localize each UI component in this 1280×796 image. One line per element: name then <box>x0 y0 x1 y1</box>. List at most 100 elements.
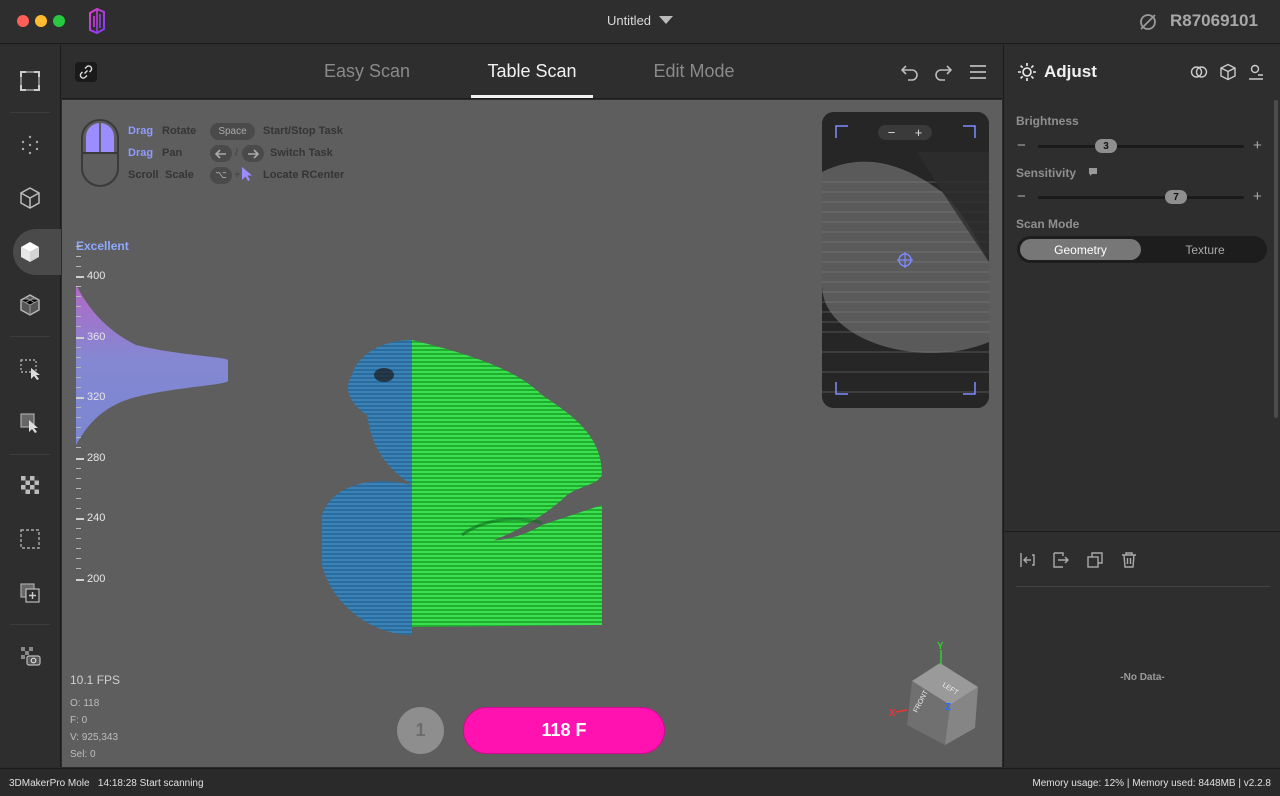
brightness-slider[interactable] <box>1038 145 1244 148</box>
scale-minor-tick <box>76 386 81 388</box>
brightness-increase-button[interactable]: + <box>1253 137 1262 154</box>
distance-histogram <box>76 285 228 445</box>
texture-mesh-tool[interactable] <box>16 291 44 319</box>
add-layer-tool[interactable] <box>16 579 44 607</box>
solid-mesh-tool[interactable] <box>16 238 44 266</box>
cube-grid-icon <box>20 294 40 316</box>
checker-tool[interactable] <box>16 471 44 499</box>
preview-zoom-in-button[interactable]: + <box>915 125 923 140</box>
sensitivity-decrease-button[interactable]: − <box>1017 188 1026 205</box>
scale-minor-tick <box>76 437 81 439</box>
scan-frames-button[interactable]: 118 F <box>463 707 665 754</box>
chevron-down-icon[interactable] <box>659 16 674 24</box>
preview-zoom-out-button[interactable]: − <box>888 125 896 140</box>
scan-quality-label: Excellent <box>76 239 129 253</box>
point-cloud-tool[interactable] <box>16 131 44 159</box>
add-layer-icon <box>20 583 40 603</box>
scale-tick-label: 400 <box>87 270 106 282</box>
device-id: R87069101 <box>1170 11 1258 30</box>
hint-rotate: Rotate <box>162 125 197 137</box>
scale-minor-tick <box>76 447 81 449</box>
user-settings-icon[interactable] <box>1247 63 1265 81</box>
hint-slash: / <box>235 147 239 159</box>
memory-usage: Memory usage: 12% | Memory used: 8448MB … <box>1032 778 1271 789</box>
panel-scrollbar[interactable] <box>1274 100 1278 418</box>
sensitivity-slider-thumb[interactable]: 7 <box>1165 190 1188 204</box>
scale-major-tick <box>76 578 84 581</box>
sensitivity-slider[interactable] <box>1038 196 1244 199</box>
cursor-icon <box>242 167 252 181</box>
scanned-model[interactable] <box>312 335 622 645</box>
scale-minor-tick <box>76 558 81 560</box>
box-select-tool[interactable] <box>16 355 44 383</box>
hint-drag-key: Drag <box>128 125 154 137</box>
stat-v: V: 925,343 <box>70 732 119 743</box>
scale-minor-tick <box>76 427 81 429</box>
scale-minor-tick <box>76 507 81 509</box>
scale-minor-tick <box>76 316 81 318</box>
checkerboard-icon <box>21 476 39 494</box>
scale-minor-tick <box>76 346 81 348</box>
overlap-circles-icon[interactable] <box>1190 63 1208 81</box>
scale-minor-tick <box>76 568 81 570</box>
scale-minor-tick <box>76 548 81 550</box>
document-title[interactable]: Untitled <box>0 13 1280 28</box>
list-header-divider <box>1016 586 1270 587</box>
arrow-right-icon <box>248 148 259 159</box>
stat-o: O: 118 <box>70 698 100 709</box>
scan-mode-texture[interactable]: Texture <box>1147 239 1263 260</box>
right-arrow-key <box>242 145 264 162</box>
hint-pan: Pan <box>162 147 183 159</box>
snapshot-tool[interactable] <box>16 642 44 670</box>
brightness-decrease-button[interactable]: − <box>1017 137 1026 154</box>
scale-tick-label: 240 <box>87 512 106 524</box>
scale-tick-label: 280 <box>87 451 106 464</box>
menu-icon[interactable] <box>967 61 989 83</box>
tab-table-scan[interactable]: Table Scan <box>471 61 593 82</box>
cube-wireframe-icon <box>20 187 40 209</box>
scan-mode-label: Scan Mode <box>1016 217 1080 231</box>
tab-easy-scan[interactable]: Easy Scan <box>307 61 427 82</box>
scale-minor-tick <box>76 538 81 540</box>
3d-viewport[interactable]: Drag Rotate Drag Pan Scroll Scale Space … <box>62 100 1002 767</box>
scale-tick-label: 320 <box>87 391 106 403</box>
crop-tool[interactable] <box>16 525 44 553</box>
brightness-slider-thumb[interactable]: 3 <box>1094 139 1117 153</box>
select-frame-tool[interactable] <box>16 67 44 95</box>
fps-readout: 10.1 FPS <box>70 673 121 687</box>
adjust-title: Adjust <box>1044 62 1097 81</box>
axis-y-label: Y <box>937 641 944 652</box>
import-icon[interactable] <box>1018 551 1036 569</box>
sun-icon <box>1018 63 1036 81</box>
scale-minor-tick <box>76 286 81 288</box>
scan-mode-geometry[interactable]: Geometry <box>1020 239 1141 260</box>
scale-tick-label: 200 <box>87 572 106 585</box>
frame-icon <box>20 71 40 91</box>
redo-icon[interactable] <box>932 61 954 83</box>
view-cube[interactable]: LEFT FRONT X Y Z <box>887 640 982 750</box>
point-cloud-icon <box>21 135 39 155</box>
trash-icon[interactable] <box>1120 551 1138 569</box>
scale-minor-tick <box>76 467 81 469</box>
device-link-icon[interactable] <box>1138 12 1158 32</box>
scale-minor-tick <box>76 255 81 257</box>
export-icon[interactable] <box>1052 551 1070 569</box>
link-icon <box>79 65 93 79</box>
duplicate-icon[interactable] <box>1086 551 1104 569</box>
panel-divider <box>1004 531 1280 532</box>
info-comment-icon[interactable] <box>1088 167 1098 177</box>
lasso-select-tool[interactable] <box>16 409 44 437</box>
wireframe-tool[interactable] <box>16 184 44 212</box>
active-tab-indicator <box>471 95 593 98</box>
preview-zoom-control: − + <box>878 125 932 140</box>
tab-edit-mode[interactable]: Edit Mode <box>634 61 754 82</box>
scale-major-tick <box>76 397 84 399</box>
undo-icon[interactable] <box>899 61 921 83</box>
link-button[interactable] <box>75 62 97 82</box>
cube-icon[interactable] <box>1219 63 1237 81</box>
sensitivity-increase-button[interactable]: + <box>1253 188 1262 205</box>
shot-count-badge[interactable]: 1 <box>397 707 444 754</box>
space-key-badge: Space <box>210 123 255 140</box>
camera-preview[interactable]: − + <box>822 112 989 408</box>
hint-start-stop: Start/Stop Task <box>263 125 343 137</box>
